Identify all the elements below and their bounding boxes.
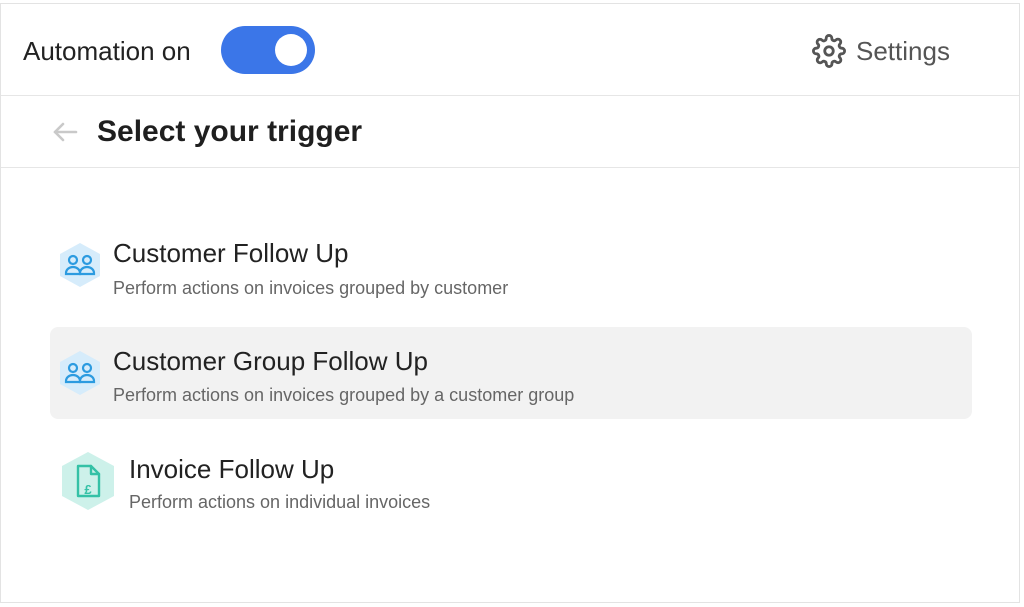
invoice-pound-icon: £ xyxy=(60,450,116,512)
toggle-knob xyxy=(275,34,307,66)
arrow-left-icon[interactable] xyxy=(51,118,79,146)
trigger-description: Perform actions on individual invoices xyxy=(129,492,431,512)
automation-toggle[interactable] xyxy=(221,26,315,74)
automation-label: Automation on xyxy=(23,36,191,66)
trigger-option-customer-group-follow-up[interactable]: Customer Group Follow Up Perform actions… xyxy=(50,327,972,419)
settings-label: Settings xyxy=(856,35,950,66)
trigger-title: Customer Group Follow Up xyxy=(113,346,428,376)
top-bar: Automation on Settings xyxy=(1,4,1019,96)
settings-button[interactable]: Settings xyxy=(812,34,950,68)
customer-group-icon xyxy=(58,241,102,289)
gear-icon xyxy=(812,34,846,68)
trigger-title: Invoice Follow Up xyxy=(129,454,335,484)
svg-text:£: £ xyxy=(84,482,92,497)
page-title: Select your trigger xyxy=(97,115,363,148)
trigger-description: Perform actions on invoices grouped by c… xyxy=(113,278,509,298)
automation-panel: Automation on Settings Select your trigg… xyxy=(0,3,1020,603)
trigger-option-customer-follow-up[interactable]: Customer Follow Up Perform actions on in… xyxy=(50,215,972,307)
trigger-description: Perform actions on invoices grouped by a… xyxy=(113,385,575,405)
trigger-title: Customer Follow Up xyxy=(113,238,349,268)
customer-group-icon xyxy=(58,349,102,397)
trigger-option-invoice-follow-up[interactable]: £ Invoice Follow Up Perform actions on i… xyxy=(50,436,972,528)
subheader: Select your trigger xyxy=(1,96,1019,168)
